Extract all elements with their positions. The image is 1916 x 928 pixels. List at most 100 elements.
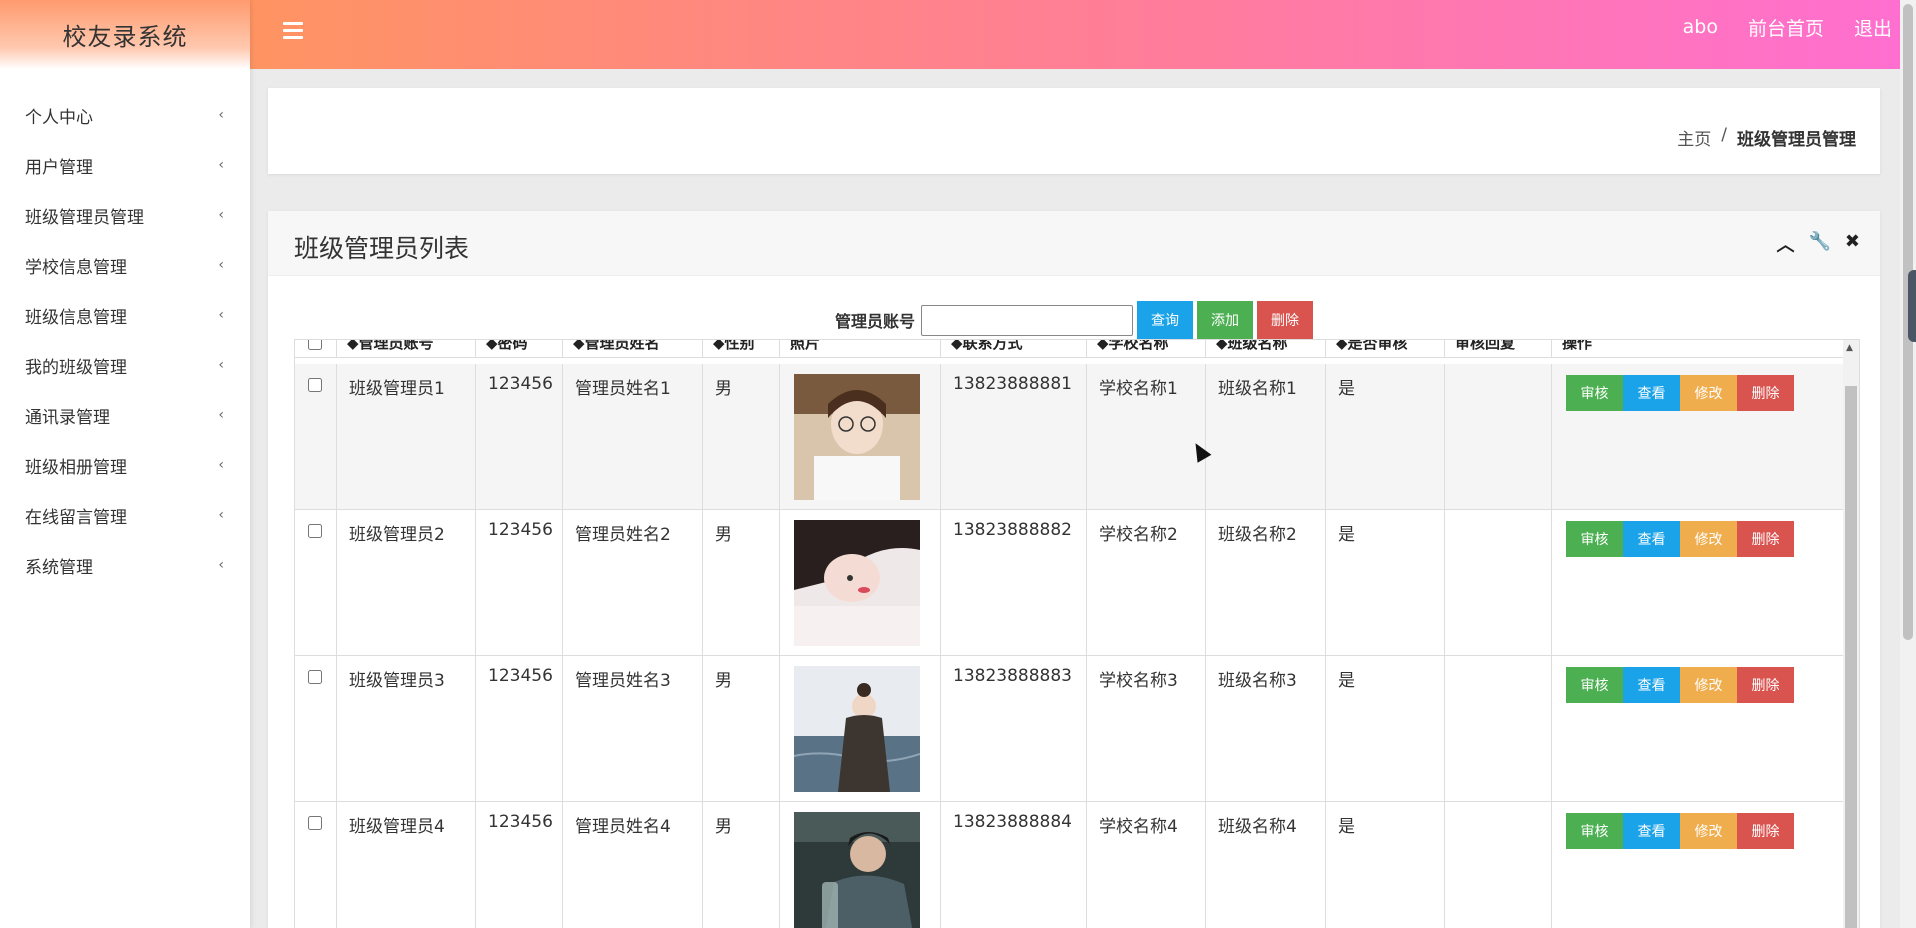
search-label: 管理员账号 (834, 312, 915, 331)
sidebar-item-label: 班级管理员管理 (25, 207, 144, 228)
sidebar-item-user-management[interactable]: 用户管理 ‹ (0, 140, 250, 190)
sidebar-item-my-class[interactable]: 我的班级管理 ‹ (0, 340, 250, 390)
app-title: 校友录系统 (0, 0, 250, 69)
cell-gender: 男 (703, 510, 780, 655)
cell-audited: 是 (1326, 802, 1445, 928)
column-header[interactable]: ◆是否审核 (1326, 340, 1445, 357)
row-checkbox[interactable] (308, 670, 322, 684)
breadcrumb-separator: / (1721, 125, 1727, 145)
audit-button[interactable]: 审核 (1566, 521, 1623, 557)
side-panel-tab[interactable] (1908, 270, 1916, 342)
collapse-icon[interactable]: ︿ (1776, 231, 1794, 257)
delete-button[interactable]: 删除 (1737, 667, 1794, 703)
cell-password: 123456 (476, 364, 563, 509)
breadcrumb-home[interactable]: 主页 (1677, 125, 1711, 150)
breadcrumb: 主页 / 班级管理员管理 (1677, 125, 1856, 150)
column-header[interactable]: ◆联系方式 (941, 340, 1087, 357)
wrench-icon[interactable]: 🔧 (1808, 231, 1830, 257)
row-checkbox[interactable] (308, 378, 322, 392)
sidebar-item-online-messages[interactable]: 在线留言管理 ‹ (0, 490, 250, 540)
scroll-up-icon[interactable]: ▲ (1846, 343, 1853, 353)
select-all-checkbox[interactable] (308, 340, 322, 350)
audit-button[interactable]: 审核 (1566, 813, 1623, 849)
sidebar-item-class-info[interactable]: 班级信息管理 ‹ (0, 290, 250, 340)
chevron-left-icon: ‹ (218, 307, 224, 323)
column-header[interactable]: ◆管理员姓名 (563, 340, 703, 357)
table-scroll-thumb[interactable] (1845, 386, 1857, 928)
audit-button[interactable]: 审核 (1566, 667, 1623, 703)
edit-button[interactable]: 修改 (1680, 375, 1737, 411)
row-checkbox[interactable] (308, 816, 322, 830)
page-scrollbar[interactable] (1900, 0, 1916, 928)
menu-toggle-icon[interactable] (283, 22, 303, 40)
card-header: 班级管理员列表 ︿ 🔧 ✖ (268, 211, 1880, 276)
add-button[interactable]: 添加 (1197, 301, 1253, 339)
cell-name: 管理员姓名1 (563, 364, 703, 509)
edit-button[interactable]: 修改 (1680, 813, 1737, 849)
cell-school: 学校名称1 (1087, 364, 1206, 509)
cell-reply (1445, 656, 1552, 801)
cell-phone: 13823888883 (941, 656, 1087, 801)
logout-link[interactable]: 退出 (1854, 14, 1892, 41)
column-header[interactable]: ◆密码 (476, 340, 563, 357)
row-checkbox[interactable] (308, 524, 322, 538)
delete-button[interactable]: 删除 (1737, 813, 1794, 849)
view-button[interactable]: 查看 (1623, 375, 1680, 411)
close-icon[interactable]: ✖ (1845, 231, 1860, 257)
cell-name: 管理员姓名2 (563, 510, 703, 655)
sidebar-item-label: 班级信息管理 (25, 307, 127, 328)
sidebar-item-class-admin-management[interactable]: 班级管理员管理 ‹ (0, 190, 250, 240)
column-header[interactable]: ◆管理员账号 (337, 340, 476, 357)
frontend-home-link[interactable]: 前台首页 (1748, 14, 1824, 41)
username-link[interactable]: abo (1683, 16, 1718, 38)
audit-button[interactable]: 审核 (1566, 375, 1623, 411)
chevron-left-icon: ‹ (218, 557, 224, 573)
table-body: 班级管理员1 123456 管理员姓名1 男 13823888881 学校名称1… (295, 364, 1845, 928)
cell-name: 管理员姓名3 (563, 656, 703, 801)
cell-class: 班级名称1 (1206, 364, 1326, 509)
table-row[interactable]: 班级管理员3 123456 管理员姓名3 男 13823888883 学校名称3 (295, 656, 1845, 802)
cell-class: 班级名称2 (1206, 510, 1326, 655)
search-input[interactable] (921, 304, 1133, 336)
delete-button[interactable]: 删除 (1737, 521, 1794, 557)
row-actions: 审核 查看 修改 删除 (1566, 667, 1845, 703)
edit-button[interactable]: 修改 (1680, 667, 1737, 703)
cell-class: 班级名称3 (1206, 656, 1326, 801)
sidebar-item-label: 用户管理 (25, 157, 93, 178)
view-button[interactable]: 查看 (1623, 813, 1680, 849)
cell-audited: 是 (1326, 510, 1445, 655)
table-row[interactable]: 班级管理员1 123456 管理员姓名1 男 13823888881 学校名称1… (295, 364, 1845, 510)
edit-button[interactable]: 修改 (1680, 521, 1737, 557)
cell-account: 班级管理员4 (337, 802, 476, 928)
column-header[interactable]: ◆性别 (703, 340, 780, 357)
admin-photo (794, 812, 920, 928)
sidebar-item-contacts[interactable]: 通讯录管理 ‹ (0, 390, 250, 440)
table-row[interactable]: 班级管理员2 123456 管理员姓名2 男 13823888882 学校名称2 (295, 510, 1845, 656)
query-button[interactable]: 查询 (1137, 301, 1193, 339)
batch-delete-button[interactable]: 删除 (1257, 301, 1313, 339)
admin-photo (794, 374, 920, 500)
delete-button[interactable]: 删除 (1737, 375, 1794, 411)
cell-password: 123456 (476, 656, 563, 801)
cell-school: 学校名称3 (1087, 656, 1206, 801)
cell-reply (1445, 364, 1552, 509)
sidebar-item-school-info[interactable]: 学校信息管理 ‹ (0, 240, 250, 290)
cell-account: 班级管理员1 (337, 364, 476, 509)
table-scrollbar[interactable]: ▲ (1843, 340, 1859, 928)
cell-phone: 13823888881 (941, 364, 1087, 509)
page-title: 班级管理员列表 (294, 234, 470, 263)
table-row[interactable]: 班级管理员4 123456 管理员姓名4 男 13823888884 学校名称4 (295, 802, 1845, 928)
cell-reply (1445, 510, 1552, 655)
sidebar-item-personal-center[interactable]: 个人中心 ‹ (0, 90, 250, 140)
chevron-left-icon: ‹ (218, 107, 224, 123)
column-header[interactable]: ◆学校名称 (1087, 340, 1206, 357)
sidebar-item-system[interactable]: 系统管理 ‹ (0, 540, 250, 590)
view-button[interactable]: 查看 (1623, 667, 1680, 703)
sidebar-item-class-album[interactable]: 班级相册管理 ‹ (0, 440, 250, 490)
row-actions: 审核 查看 修改 删除 (1566, 375, 1845, 411)
column-header[interactable]: ◆班级名称 (1206, 340, 1326, 357)
chevron-left-icon: ‹ (218, 457, 224, 473)
row-actions: 审核 查看 修改 删除 (1566, 813, 1845, 849)
chevron-left-icon: ‹ (218, 207, 224, 223)
view-button[interactable]: 查看 (1623, 521, 1680, 557)
